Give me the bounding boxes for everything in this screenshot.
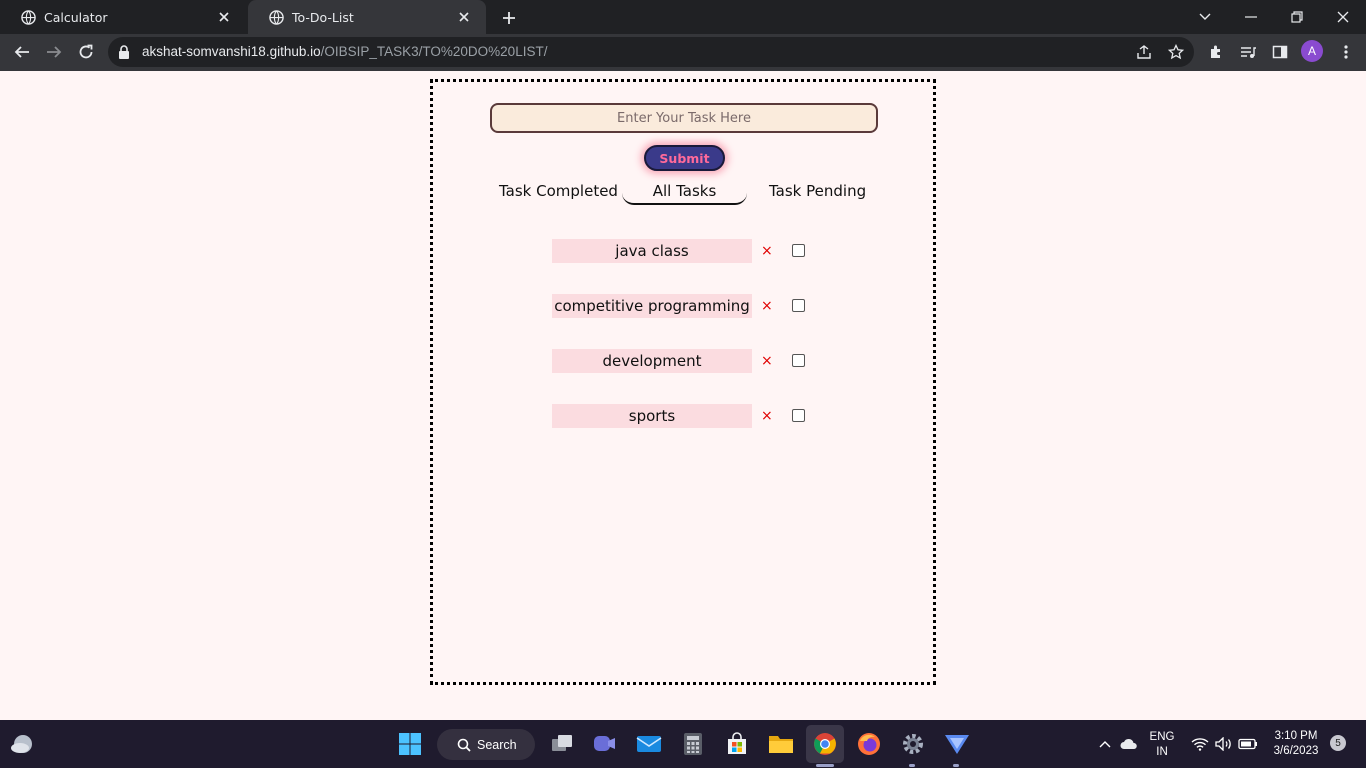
task-text: sports	[552, 404, 752, 428]
settings-running-indicator	[909, 764, 915, 767]
firefox-icon[interactable]	[855, 730, 883, 758]
language-code: ENG	[1149, 731, 1175, 743]
browser-toolbar: akshat-somvanshi18.github.io/OIBSIP_TASK…	[0, 34, 1366, 71]
mail-icon[interactable]	[635, 730, 663, 758]
side-panel-icon[interactable]	[1269, 41, 1291, 63]
onedrive-cloud-icon[interactable]	[1118, 730, 1140, 758]
clock-time: 3:10 PM	[1274, 730, 1318, 742]
url-host: akshat-somvanshi18.github.io	[142, 44, 321, 59]
submit-button[interactable]: Submit	[644, 145, 725, 171]
input-language[interactable]: ENG IN	[1146, 730, 1178, 760]
tab-title: To-Do-List	[292, 9, 354, 25]
filter-all-tasks[interactable]: All Tasks	[622, 182, 747, 205]
url-path: /OIBSIP_TASK3/TO%20DO%20LIST/	[320, 44, 548, 59]
clock-date: 3/6/2023	[1273, 745, 1319, 757]
globe-icon	[20, 9, 36, 25]
media-queue-icon[interactable]	[1237, 41, 1259, 63]
task-done-checkbox[interactable]	[792, 354, 805, 367]
chrome-icon[interactable]	[806, 725, 844, 763]
task-item: java class ×	[552, 239, 812, 263]
calculator-icon[interactable]	[679, 730, 707, 758]
wifi-icon[interactable]	[1188, 730, 1212, 758]
task-item: development ×	[552, 349, 812, 373]
restore-icon[interactable]	[1286, 6, 1308, 28]
tab-to-do-list[interactable]: To-Do-List	[248, 0, 486, 34]
new-tab-plus-icon[interactable]	[498, 7, 520, 29]
windows-start-icon[interactable]	[396, 730, 424, 758]
extensions-puzzle-icon[interactable]	[1205, 41, 1227, 63]
task-text: java class	[552, 239, 752, 263]
settings-gear-icon[interactable]	[899, 730, 927, 758]
search-label: Search	[477, 737, 517, 752]
store-icon[interactable]	[723, 730, 751, 758]
clock[interactable]: 3:10 PM 3/6/2023	[1268, 729, 1324, 759]
filter-task-completed[interactable]: Task Completed	[499, 182, 618, 200]
profile-avatar[interactable]: A	[1301, 40, 1323, 62]
close-tab-icon[interactable]	[216, 9, 232, 25]
taskbar-search-button[interactable]: Search	[437, 729, 535, 760]
task-item: competitive programming ×	[552, 294, 812, 318]
notification-badge[interactable]: 5	[1330, 735, 1346, 751]
volume-icon[interactable]	[1212, 730, 1236, 758]
minimize-icon[interactable]	[1240, 6, 1262, 28]
weather-widget-icon[interactable]	[8, 730, 36, 758]
task-done-checkbox[interactable]	[792, 244, 805, 257]
filter-task-pending[interactable]: Task Pending	[769, 182, 866, 200]
url-text: akshat-somvanshi18.github.io/OIBSIP_TASK…	[142, 44, 547, 59]
region-code: IN	[1156, 746, 1168, 758]
close-tab-icon[interactable]	[456, 9, 472, 25]
forward-arrow-icon[interactable]	[43, 41, 65, 63]
delete-task-icon[interactable]: ×	[761, 298, 773, 314]
task-view-icon[interactable]	[548, 730, 576, 758]
address-bar[interactable]: akshat-somvanshi18.github.io/OIBSIP_TASK…	[108, 37, 1194, 67]
reload-icon[interactable]	[75, 41, 97, 63]
task-text: competitive programming	[552, 294, 752, 318]
globe-icon	[268, 9, 284, 25]
lock-icon	[118, 44, 130, 63]
task-item: sports ×	[552, 404, 812, 428]
delete-task-icon[interactable]: ×	[761, 408, 773, 424]
task-text: development	[552, 349, 752, 373]
share-icon[interactable]	[1133, 41, 1155, 63]
tab-title: Calculator	[44, 9, 108, 25]
tab-calculator[interactable]: Calculator	[0, 0, 246, 34]
show-hidden-icons-chevron-icon[interactable]	[1096, 730, 1114, 758]
close-window-icon[interactable]	[1332, 6, 1354, 28]
search-icon	[457, 738, 471, 752]
delete-task-icon[interactable]: ×	[761, 353, 773, 369]
vpn-running-indicator	[953, 764, 959, 767]
bookmark-star-icon[interactable]	[1165, 41, 1187, 63]
task-done-checkbox[interactable]	[792, 299, 805, 312]
battery-icon[interactable]	[1236, 730, 1260, 758]
back-arrow-icon[interactable]	[11, 41, 33, 63]
vpn-app-icon[interactable]	[943, 730, 971, 758]
delete-task-icon[interactable]: ×	[761, 243, 773, 259]
task-done-checkbox[interactable]	[792, 409, 805, 422]
todo-container: Submit Task Completed All Tasks Task Pen…	[430, 79, 936, 685]
windows-taskbar: Search ENG IN 3:10 PM 3/6/2023 5	[0, 720, 1366, 768]
teams-chat-icon[interactable]	[591, 730, 619, 758]
browser-tab-strip: Calculator To-Do-List	[0, 0, 1366, 34]
more-menu-icon[interactable]	[1335, 41, 1357, 63]
task-input[interactable]	[490, 103, 878, 133]
file-explorer-icon[interactable]	[767, 730, 795, 758]
tab-search-chevron-icon[interactable]	[1194, 6, 1216, 28]
chrome-active-indicator	[816, 764, 834, 767]
